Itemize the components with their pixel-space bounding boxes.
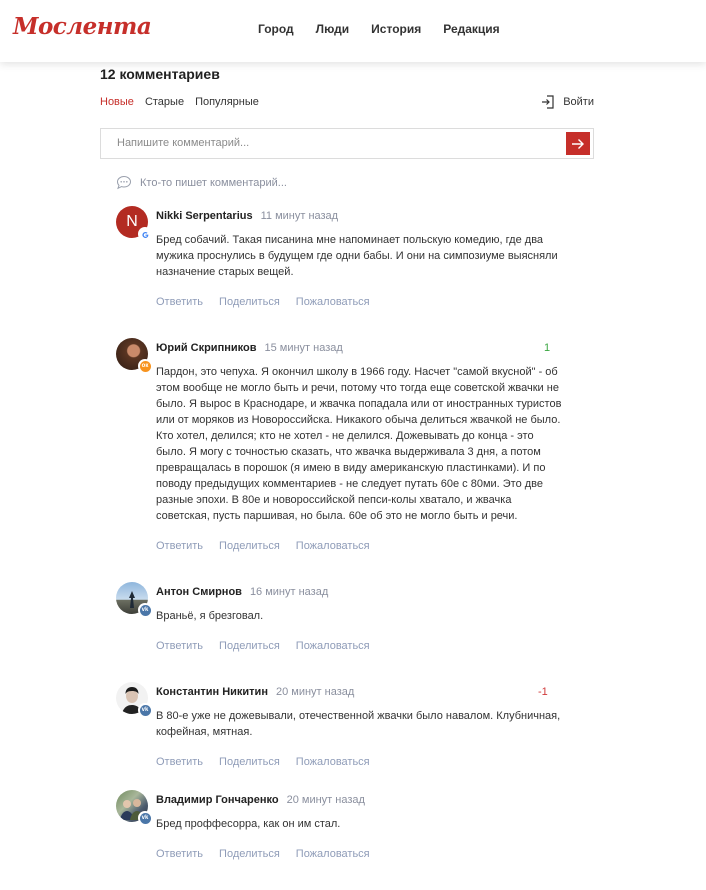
reply-button[interactable]: Ответить xyxy=(156,640,203,652)
typing-text: Кто-то пишет комментарий... xyxy=(140,176,287,189)
report-button[interactable]: Пожаловаться xyxy=(296,848,370,860)
vk-icon: vk xyxy=(139,604,151,616)
comments-count-title: 12 комментариев xyxy=(100,66,220,82)
comment-author[interactable]: Владимир Гончаренко xyxy=(156,794,279,806)
sort-tabs: Новые Старые Популярные xyxy=(100,96,270,108)
comment-text: Враньё, я брезговал. xyxy=(156,610,264,622)
share-button[interactable]: Поделиться xyxy=(219,848,280,860)
comment-actions: Ответить Поделиться Пожаловаться xyxy=(156,640,370,652)
avatar[interactable]: N xyxy=(116,206,151,240)
send-button[interactable] xyxy=(566,132,590,155)
google-icon xyxy=(139,228,151,240)
nav-item-editorial[interactable]: Редакция xyxy=(443,22,499,36)
arrow-right-icon xyxy=(572,138,584,149)
comment-time: 15 минут назад xyxy=(264,342,343,354)
login-button[interactable]: Войти xyxy=(541,95,594,109)
comment-header: Юрий Скрипников 15 минут назад xyxy=(156,342,343,354)
report-button[interactable]: Пожаловаться xyxy=(296,640,370,652)
avatar[interactable]: vk xyxy=(116,582,151,616)
comment-header: Антон Смирнов 16 минут назад xyxy=(156,586,328,598)
odnoklassniki-icon: ок xyxy=(139,360,151,372)
nav-item-people[interactable]: Люди xyxy=(316,22,350,36)
comment-item: ок Юрий Скрипников 15 минут назад 1 Пард… xyxy=(116,338,580,558)
comment-text: Бред собачий. Такая писанина мне напомин… xyxy=(156,234,558,278)
comment-time: 11 минут назад xyxy=(260,210,339,222)
reply-button[interactable]: Ответить xyxy=(156,848,203,860)
comment-time: 20 минут назад xyxy=(275,686,355,698)
main-nav: Город Люди История Редакция xyxy=(258,22,522,36)
comment-text: Бред проффесорра, как он им стал. xyxy=(156,818,341,830)
comment-text: Пардон, это чепуха. Я окончил школу в 19… xyxy=(156,366,562,522)
comment-item: vk Антон Смирнов 16 минут назад Враньё, … xyxy=(116,582,580,662)
comment-author[interactable]: Константин Никитин xyxy=(156,686,268,698)
sort-tab-new[interactable]: Новые xyxy=(100,96,134,108)
comment-header: Константин Никитин 20 минут назад xyxy=(156,686,354,698)
comment-rating: -1 xyxy=(538,686,548,698)
report-button[interactable]: Пожаловаться xyxy=(296,756,370,768)
comment-item: N Nikki Serpentarius 11 минут назад Бред… xyxy=(116,206,580,316)
comment-text: В 80-е уже не дожевывали, отечественной … xyxy=(156,710,561,738)
comment-author[interactable]: Nikki Serpentarius xyxy=(156,210,253,222)
share-button[interactable]: Поделиться xyxy=(219,540,280,552)
site-logo[interactable]: Мослента xyxy=(13,13,152,40)
reply-button[interactable]: Ответить xyxy=(156,756,203,768)
vk-icon: vk xyxy=(139,812,151,824)
nav-item-history[interactable]: История xyxy=(371,22,421,36)
comment-rating: 1 xyxy=(544,342,551,354)
comment-author[interactable]: Юрий Скрипников xyxy=(156,342,256,354)
share-button[interactable]: Поделиться xyxy=(219,756,280,768)
sort-tab-old[interactable]: Старые xyxy=(145,96,184,108)
share-button[interactable]: Поделиться xyxy=(219,640,280,652)
typing-indicator: Кто-то пишет комментарий... xyxy=(116,175,287,190)
comment-input-box xyxy=(100,128,594,159)
share-button[interactable]: Поделиться xyxy=(219,296,280,308)
comment-actions: Ответить Поделиться Пожаловаться xyxy=(156,540,370,552)
reply-button[interactable]: Ответить xyxy=(156,540,203,552)
comment-input[interactable] xyxy=(115,136,559,150)
comment-item: vk Владимир Гончаренко 20 минут назад Бр… xyxy=(116,790,580,870)
site-header: Мослента Город Люди История Редакция xyxy=(0,0,706,62)
report-button[interactable]: Пожаловаться xyxy=(296,296,370,308)
nav-item-city[interactable]: Город xyxy=(258,22,294,36)
comment-header: Nikki Serpentarius 11 минут назад xyxy=(156,210,338,222)
comment-header: Владимир Гончаренко 20 минут назад xyxy=(156,794,365,806)
chat-bubble-icon xyxy=(116,175,132,190)
avatar[interactable]: vk xyxy=(116,790,151,824)
vk-icon: vk xyxy=(139,704,151,716)
avatar[interactable]: vk xyxy=(116,682,151,716)
comment-item: vk Константин Никитин 20 минут назад -1 … xyxy=(116,682,580,782)
comment-author[interactable]: Антон Смирнов xyxy=(156,586,242,598)
login-icon xyxy=(542,95,554,109)
sort-tab-popular[interactable]: Популярные xyxy=(195,96,259,108)
login-label: Войти xyxy=(563,96,594,108)
comment-time: 20 минут назад xyxy=(286,794,365,806)
reply-button[interactable]: Ответить xyxy=(156,296,203,308)
avatar[interactable]: ок xyxy=(116,338,151,372)
report-button[interactable]: Пожаловаться xyxy=(296,540,370,552)
comment-actions: Ответить Поделиться Пожаловаться xyxy=(156,296,370,308)
comment-actions: Ответить Поделиться Пожаловаться xyxy=(156,756,370,768)
comment-actions: Ответить Поделиться Пожаловаться xyxy=(156,848,370,860)
comment-time: 16 минут назад xyxy=(249,586,329,598)
